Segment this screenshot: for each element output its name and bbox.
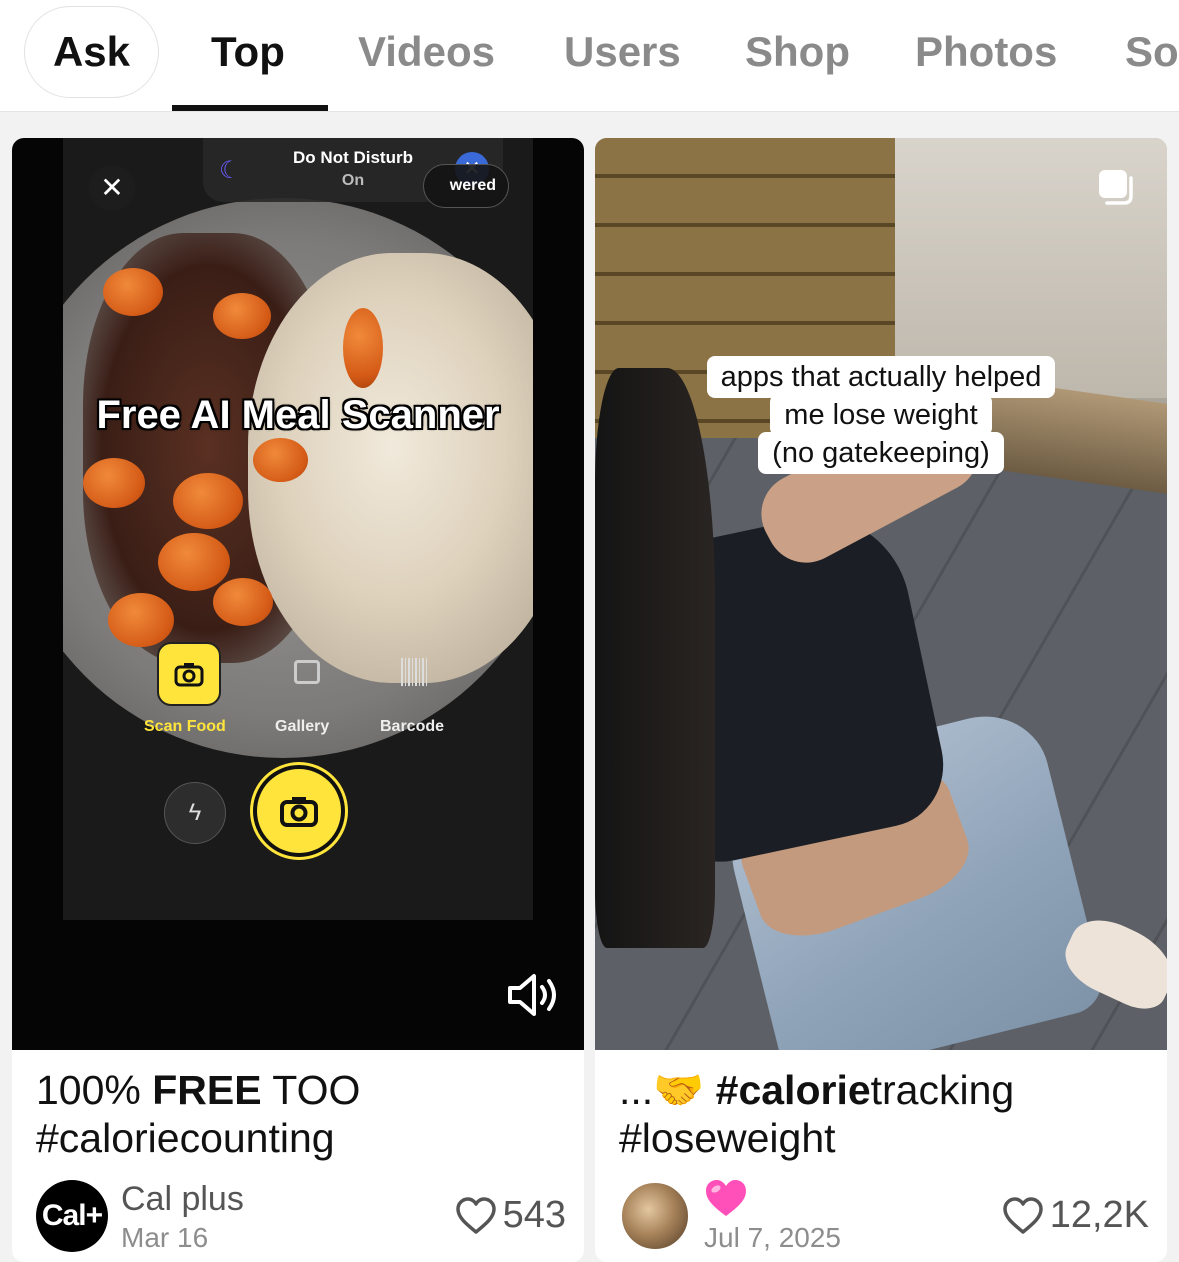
caption-text: FREE [152,1067,262,1113]
post-caption[interactable]: 100% FREE TOO #caloriecounting [36,1066,566,1162]
tab-videos[interactable]: Videos [358,26,495,78]
search-tab-bar: Ask Top Videos Users Shop Photos So [0,0,1179,112]
gallery-icon [294,660,320,684]
food-image-part [213,293,271,339]
pink-heart-icon [706,1180,746,1216]
video-card[interactable]: ☾ Do Not Disturb On ✕ ✕ wered Free AI Me… [12,138,584,1262]
flash-off-icon: ϟ [164,782,226,844]
overlay-line: me lose weight [770,394,992,436]
post-date: Mar 16 [121,1222,209,1253]
shutter-icon [253,765,345,857]
hashtag[interactable]: #caloriecounting [36,1115,335,1161]
sound-on-icon[interactable] [504,970,564,1020]
heart-outline-icon[interactable] [1002,1196,1044,1235]
food-image-part [108,593,174,647]
heart-outline-icon[interactable] [455,1196,497,1235]
caption-text: 100% [36,1067,153,1113]
barcode-icon [401,658,429,686]
photo-card[interactable]: apps that actually helped me lose weight… [595,138,1167,1262]
handshake-emoji: 🤝 [653,1067,716,1113]
author-row: Jul 7, 2025 12,2K [619,1180,1149,1256]
food-image-part [158,533,230,591]
post-caption[interactable]: ...🤝 #calorietracking #loseweight [619,1066,1149,1162]
tab-shop[interactable]: Shop [745,26,850,78]
close-icon: ✕ [89,165,135,211]
video-thumbnail[interactable]: ☾ Do Not Disturb On ✕ ✕ wered Free AI Me… [12,138,584,1050]
mode-scan-food: Scan Food [144,718,226,735]
like-count[interactable]: 543 [455,1194,566,1237]
overlay-line: apps that actually helped [706,356,1056,398]
food-image-part [83,458,145,508]
hashtag[interactable]: #loseweight [619,1115,836,1161]
author-name[interactable]: Cal plus [121,1180,244,1219]
tab-photos[interactable]: Photos [915,26,1057,78]
mode-barcode: Barcode [380,718,445,735]
food-image-part [173,473,243,529]
app-screen-recording: ☾ Do Not Disturb On ✕ ✕ wered Free AI Me… [63,138,533,920]
food-image-part [103,268,163,316]
like-count-value: 543 [502,1194,566,1236]
hashtag-bold[interactable]: #calorie [716,1067,871,1113]
caption-text: TOO [261,1067,361,1113]
overlay-line: (no gatekeeping) [758,432,1004,474]
food-image-part [343,308,383,388]
mode-gallery: Gallery [275,718,330,735]
multi-photo-icon [1099,170,1133,205]
video-headline: Free AI Meal Scanner [96,393,500,437]
camera-icon [157,642,221,706]
active-tab-indicator [172,105,328,111]
caption-text: ... [619,1067,654,1113]
food-image-part [253,438,308,482]
tab-top[interactable]: Top [211,26,285,78]
author-row: Cal+ Cal plus Mar 16 543 [36,1180,566,1256]
tab-users[interactable]: Users [564,26,681,78]
like-count[interactable]: 12,2K [1002,1194,1149,1237]
food-image-part [213,578,273,626]
like-count-value: 12,2K [1049,1194,1149,1236]
post-date: Jul 7, 2025 [704,1222,841,1253]
powered-badge: wered [423,164,509,208]
ask-button[interactable]: Ask [24,6,159,98]
avatar[interactable]: Cal+ [36,1180,108,1252]
hashtag-rest[interactable]: tracking [871,1067,1015,1113]
tab-sounds[interactable]: So [1125,26,1179,78]
photo-thumbnail[interactable]: apps that actually helped me lose weight… [595,138,1167,1050]
avatar[interactable] [619,1180,691,1252]
photo-overlay-caption: apps that actually helped me lose weight… [595,356,1167,474]
